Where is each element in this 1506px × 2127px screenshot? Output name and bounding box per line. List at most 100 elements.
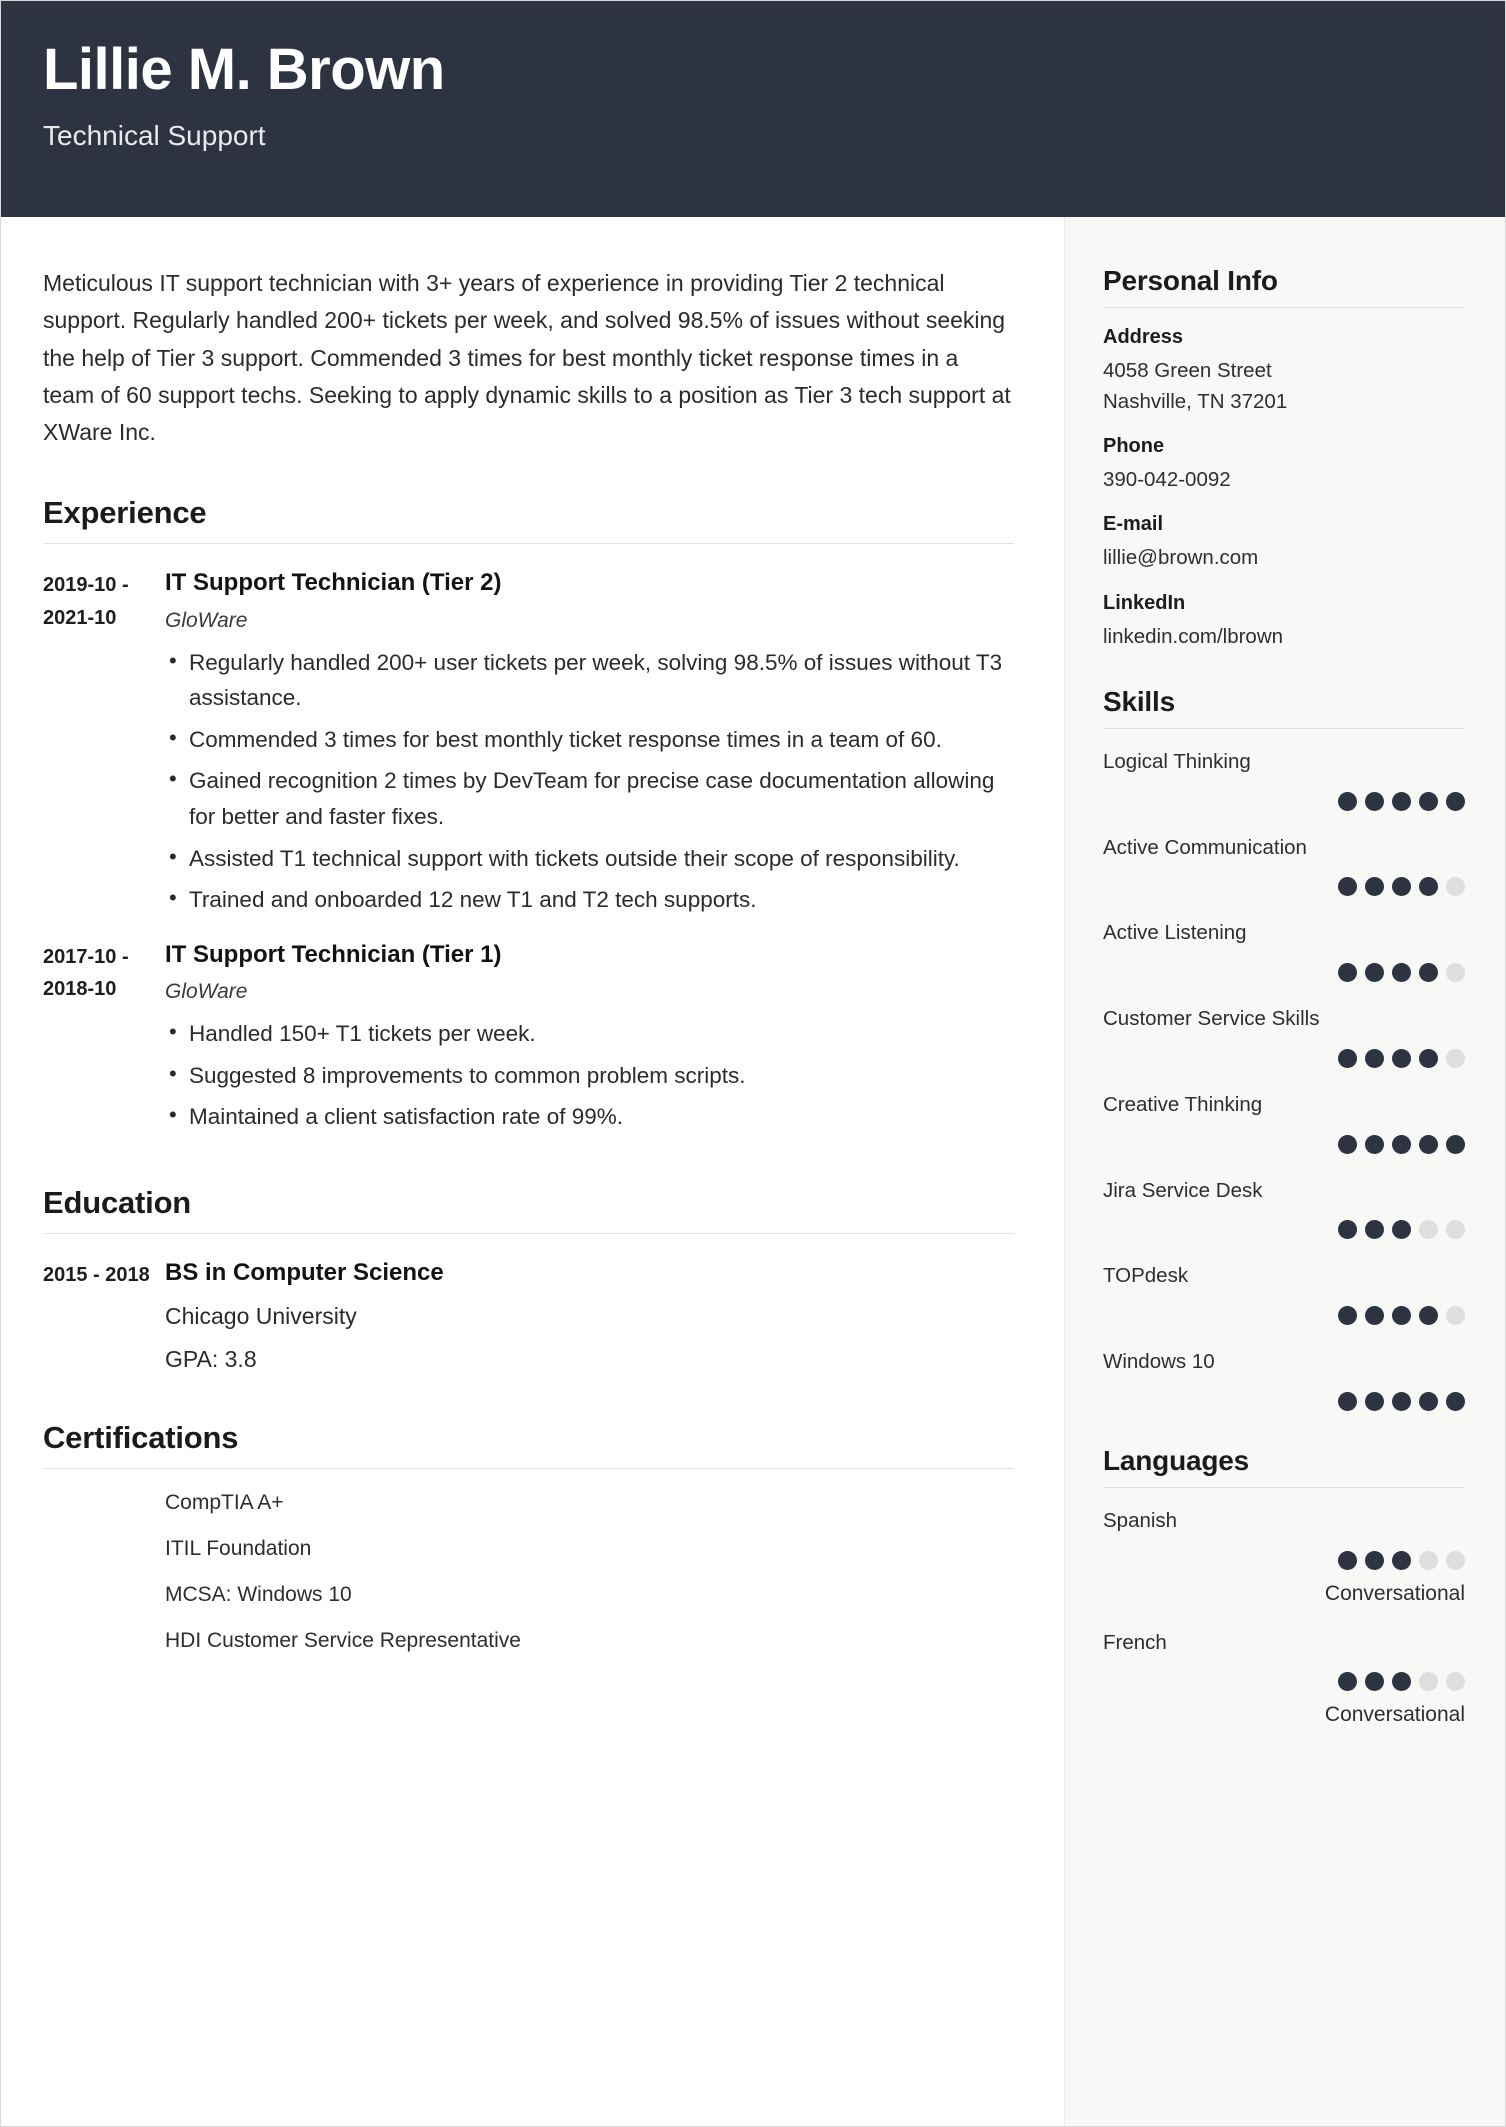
certification-item: ITIL Foundation [165,1537,312,1561]
skills-heading: Skills [1103,685,1175,717]
languages-block: Languages Spanish Conversational French Con… [1103,1445,1465,1728]
rating-dot-filled [1338,1391,1357,1411]
rating-dot-filled [1446,1134,1465,1154]
language-level: Conversational [1324,1703,1465,1727]
professional-summary: Meticulous IT support technician with 3+… [43,270,1011,445]
experience-entry: 2017-10 - 2018-10 IT Support Technician (… [43,938,1014,1141]
resume-header: Lillie M. Brown Technical Support [1,1,1505,217]
candidate-job-title: Technical Support [43,119,266,151]
rating-dot-filled [1392,963,1411,983]
rating-dots [1103,1220,1465,1240]
experience-bullet-list: Regularly handled 200+ user tickets per … [165,644,1014,918]
education-dates: 2015 - 2018 [43,1263,150,1286]
rating-dot-filled [1365,1220,1384,1240]
skill-name: Creative Thinking [1103,1092,1263,1116]
rating-dot-filled [1419,1306,1438,1326]
languages-heading: Languages [1103,1444,1250,1476]
rating-dot-filled [1392,791,1411,811]
rating-dot-filled [1392,1391,1411,1411]
experience-bullet: Maintained a client satisfaction rate of… [165,1098,1014,1135]
rating-dot-filled [1338,1306,1357,1326]
experience-section: Experience 2019-10 - 2021-10 IT Support T… [43,495,1014,1141]
rating-dot-filled [1419,791,1438,811]
personal-info-label: Phone [1103,435,1165,458]
education-divider [43,1232,1014,1234]
skill-row: Customer Service Skills [1103,1004,1465,1068]
personal-info-value: 4058 Green Street [1103,359,1272,382]
personal-info-heading: Personal Info [1103,265,1278,296]
experience-bullet: Assisted T1 technical support with ticke… [165,840,1014,877]
rating-dots [1103,1134,1465,1154]
rating-dots [1103,1672,1465,1692]
certification-item: HDI Customer Service Representative [165,1629,521,1653]
rating-dot-filled [1365,791,1384,811]
rating-dot-filled [1419,1048,1438,1068]
skill-row: Jira Service Desk [1103,1176,1465,1240]
rating-dot-filled [1338,963,1357,983]
experience-dates: 2019-10 - 2021-10 [43,574,129,629]
rating-dot-empty [1446,1220,1465,1240]
rating-dot-empty [1446,1672,1465,1692]
experience-bullet: Commended 3 times for best monthly ticke… [165,721,1014,758]
experience-role: IT Support Technician (Tier 2) [165,569,502,597]
experience-bullet: Trained and onboarded 12 new T1 and T2 t… [165,881,1014,918]
skill-row: Windows 10 [1103,1347,1465,1411]
rating-dots [1103,963,1465,983]
personal-info-label: E-mail [1103,513,1164,536]
experience-bullet: Gained recognition 2 times by DevTeam fo… [165,762,1014,834]
rating-dot-empty [1446,1550,1465,1570]
rating-dot-filled [1365,1391,1384,1411]
personal-info-block: Personal Info Address 4058 Green Street Na… [1103,265,1465,652]
education-school: Chicago University [165,1302,357,1329]
skill-row: TOPdesk [1103,1261,1465,1326]
rating-dots [1103,877,1465,897]
language-row: French Conversational [1103,1628,1465,1728]
rating-dots [1103,1391,1465,1411]
rating-dot-filled [1338,877,1357,897]
skill-name: Jira Service Desk [1103,1178,1263,1202]
experience-company: GloWare [165,980,248,1004]
rating-dot-filled [1365,1306,1384,1326]
experience-role: IT Support Technician (Tier 1) [165,940,502,968]
personal-info-value: linkedin.com/lbrown [1103,624,1284,648]
experience-company: GloWare [165,608,248,632]
rating-dot-empty [1446,963,1465,983]
rating-dot-empty [1446,1048,1465,1068]
skill-name: Active Listening [1103,921,1247,945]
experience-heading: Experience [43,495,207,531]
certification-list: CompTIA A+ ITIL Foundation MCSA: Windows 1… [43,1491,1014,1675]
sidebar-column: Personal Info Address 4058 Green Street Na… [1064,217,1505,2126]
rating-dot-filled [1338,1048,1357,1068]
skill-row: Creative Thinking [1103,1090,1465,1154]
language-row: Spanish Conversational [1103,1506,1465,1606]
rating-dot-filled [1338,791,1357,811]
education-gpa: GPA: 3.8 [165,1345,257,1372]
experience-entry: 2019-10 - 2021-10 IT Support Technician (… [43,566,1014,923]
skill-name: TOPdesk [1103,1264,1189,1288]
skill-name: Active Communication [1103,835,1307,859]
rating-dot-filled [1365,1550,1384,1570]
rating-dot-filled [1392,1672,1411,1692]
rating-dot-filled [1392,1048,1411,1068]
certification-item: MCSA: Windows 10 [165,1583,352,1607]
skill-name: Logical Thinking [1103,749,1251,773]
education-heading: Education [43,1184,192,1220]
skill-row: Active Communication [1103,833,1465,897]
language-name: Spanish [1103,1508,1178,1532]
rating-dot-filled [1446,1391,1465,1411]
rating-dot-filled [1392,1550,1411,1570]
education-entry-list: 2015 - 2018 BS in Computer Science Chicago… [43,1256,1014,1376]
rating-dot-filled [1392,1134,1411,1154]
rating-dot-empty [1446,1306,1465,1326]
rating-dot-filled [1365,1048,1384,1068]
rating-dots [1103,1550,1465,1570]
education-entry-body: BS in Computer Science Chicago University… [165,1256,1014,1376]
rating-dots [1103,1048,1465,1068]
education-section: Education 2015 - 2018 BS in Computer Scie… [43,1185,1014,1376]
rating-dot-filled [1338,1550,1357,1570]
rating-dot-empty [1419,1220,1438,1240]
language-level: Conversational [1324,1581,1465,1605]
rating-dot-filled [1365,877,1384,897]
experience-dates: 2017-10 - 2018-10 [43,945,129,1001]
education-degree: BS in Computer Science [165,1258,444,1286]
